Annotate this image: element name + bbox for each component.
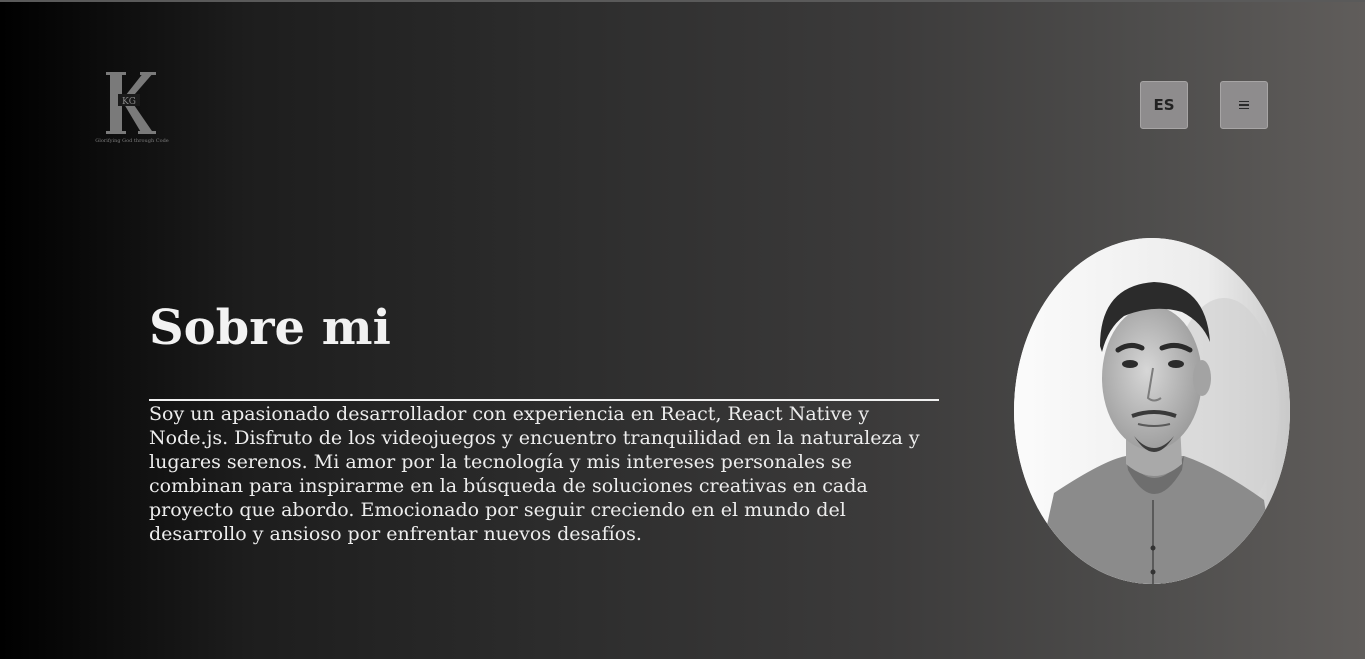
hamburger-icon	[1239, 100, 1249, 110]
logo-tagline: Glorifying God through Code	[95, 138, 169, 144]
profile-photo	[1014, 238, 1290, 584]
bio-paragraph: Soy un apasionado desarrollador con expe…	[149, 403, 920, 545]
logo[interactable]: KG Glorifying God through Code	[94, 70, 170, 150]
portrait-icon	[1014, 238, 1290, 584]
menu-button[interactable]	[1220, 81, 1268, 129]
logo-initials: KG	[122, 97, 136, 107]
logo-mark-icon: KG	[106, 72, 156, 134]
page-title: Sobre mi	[149, 300, 391, 356]
title-divider	[149, 399, 939, 401]
top-border	[0, 0, 1365, 2]
language-button[interactable]: ES	[1140, 81, 1188, 129]
